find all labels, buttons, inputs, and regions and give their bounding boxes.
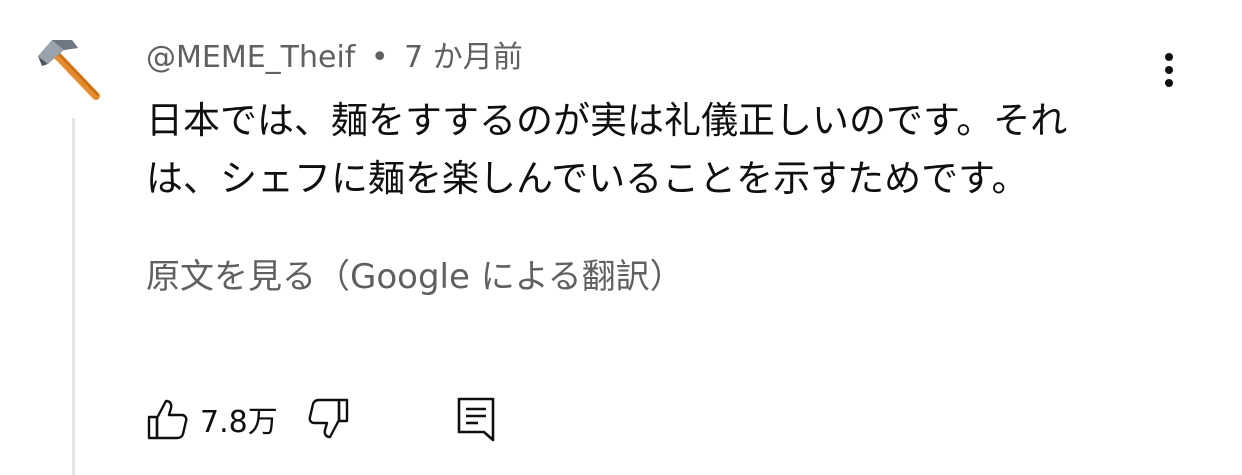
more-options-button[interactable]: [1152, 48, 1186, 92]
see-original-link[interactable]: 原文を見る（Google による翻訳）: [146, 252, 684, 302]
reply-comment-icon: [457, 397, 495, 442]
meta-separator: •: [370, 40, 389, 75]
author-name[interactable]: @MEME_Theif: [146, 40, 355, 75]
thumbs-up-icon: [147, 399, 188, 440]
comment-actions: 7.8万: [146, 394, 496, 444]
comment-text: 日本では、麺をすするのが実は礼儀正しいのです。それ は、シェフに麺を楽しんでいる…: [146, 92, 1146, 208]
thumbs-down-icon: [308, 398, 348, 439]
thread-line: [72, 118, 75, 475]
comment-header: @MEME_Theif • 7 か月前: [146, 38, 523, 78]
hammer-icon: [38, 40, 100, 100]
comment-text-line: 日本では、麺をすするのが実は礼儀正しいのです。それ: [146, 99, 1068, 142]
timestamp[interactable]: 7 か月前: [404, 40, 523, 75]
dislike-button[interactable]: [308, 397, 350, 441]
like-count: 7.8万: [200, 405, 278, 440]
like-button[interactable]: [146, 397, 188, 441]
comment-text-line: は、シェフに麺を楽しんでいることを示すためです。: [146, 157, 1029, 200]
more-vertical-icon: [1165, 53, 1173, 87]
avatar[interactable]: [34, 34, 104, 100]
reply-button[interactable]: [456, 396, 496, 442]
